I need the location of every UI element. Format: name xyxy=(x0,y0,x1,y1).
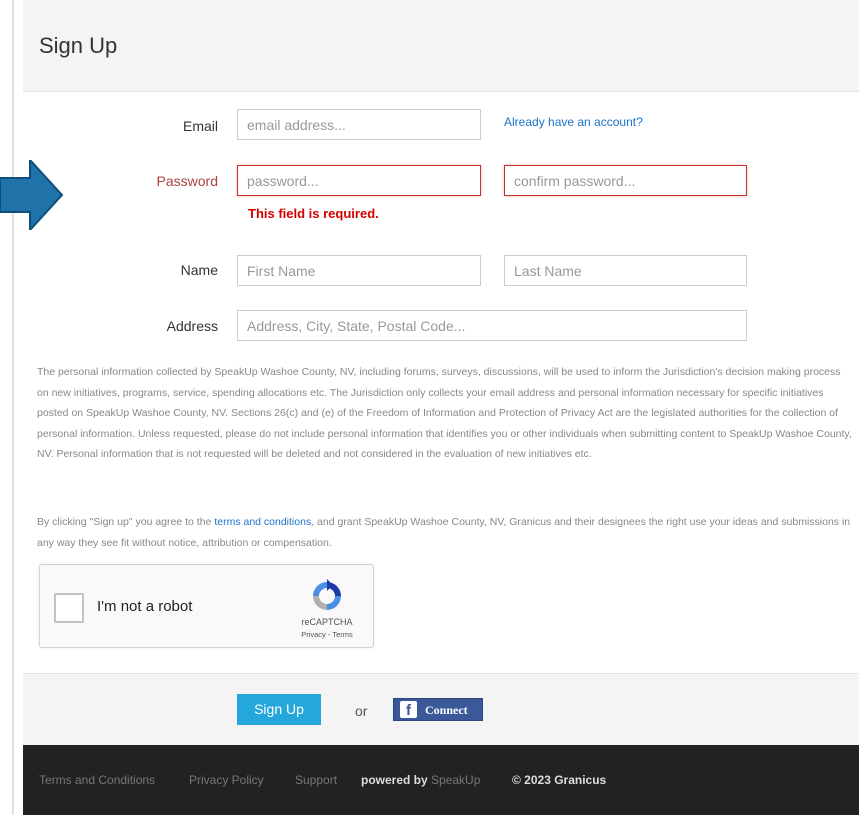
recaptcha-widget: I'm not a robot reCAPTCHA Privacy - Term… xyxy=(39,564,374,648)
or-separator: or xyxy=(355,703,368,719)
consent-text-before: By clicking "Sign up" you agree to the xyxy=(37,516,215,528)
login-link[interactable]: Already have an account? xyxy=(504,115,643,129)
confirm-password-input[interactable]: confirm password... xyxy=(504,165,747,196)
name-label: Name xyxy=(180,262,218,278)
last-name-input[interactable]: Last Name xyxy=(504,255,747,286)
facebook-icon: f xyxy=(400,701,417,719)
terms-link[interactable]: terms and conditions xyxy=(214,516,311,528)
powered-by: powered by SpeakUp xyxy=(361,773,480,787)
password-label: Password xyxy=(156,173,218,189)
address-input[interactable]: Address, City, State, Postal Code... xyxy=(237,310,747,341)
email-input[interactable]: email address... xyxy=(237,109,481,140)
address-label: Address xyxy=(166,318,218,334)
privacy-notice: The personal information collected by Sp… xyxy=(37,366,852,460)
recaptcha-icon xyxy=(313,579,341,610)
captcha-links: Privacy - Terms xyxy=(272,630,382,639)
facebook-connect-label: Connect xyxy=(425,703,468,717)
consent-notice: By clicking "Sign up" you agree to the t… xyxy=(37,512,852,553)
footer-privacy-link[interactable]: Privacy Policy xyxy=(189,773,264,787)
first-name-input[interactable]: First Name xyxy=(237,255,481,286)
sign-up-button[interactable]: Sign Up xyxy=(237,694,321,725)
facebook-connect-button[interactable]: f Connect xyxy=(393,698,483,721)
password-error-message: This field is required. xyxy=(248,206,379,221)
powered-by-label: powered by xyxy=(361,773,428,787)
copyright: © 2023 Granicus xyxy=(512,773,607,787)
captcha-checkbox[interactable] xyxy=(54,593,84,623)
captcha-privacy-link[interactable]: Privacy xyxy=(301,630,326,639)
page-title: Sign Up xyxy=(39,33,118,58)
signup-panel: Sign Up Email email address... Already h… xyxy=(23,0,859,815)
panel-header: Sign Up xyxy=(23,0,859,92)
email-label: Email xyxy=(182,118,218,134)
speakup-brand-link[interactable]: SpeakUp xyxy=(431,773,480,787)
captcha-brand: reCAPTCHA xyxy=(301,617,353,627)
captcha-label: I'm not a robot xyxy=(97,598,193,615)
captcha-terms-link[interactable]: Terms xyxy=(332,630,352,639)
password-input[interactable]: password... xyxy=(237,165,481,196)
footer-support-link[interactable]: Support xyxy=(295,773,337,787)
footer: Terms and Conditions Privacy Policy Supp… xyxy=(23,745,859,815)
footer-terms-link[interactable]: Terms and Conditions xyxy=(39,773,155,787)
left-divider xyxy=(12,0,14,815)
